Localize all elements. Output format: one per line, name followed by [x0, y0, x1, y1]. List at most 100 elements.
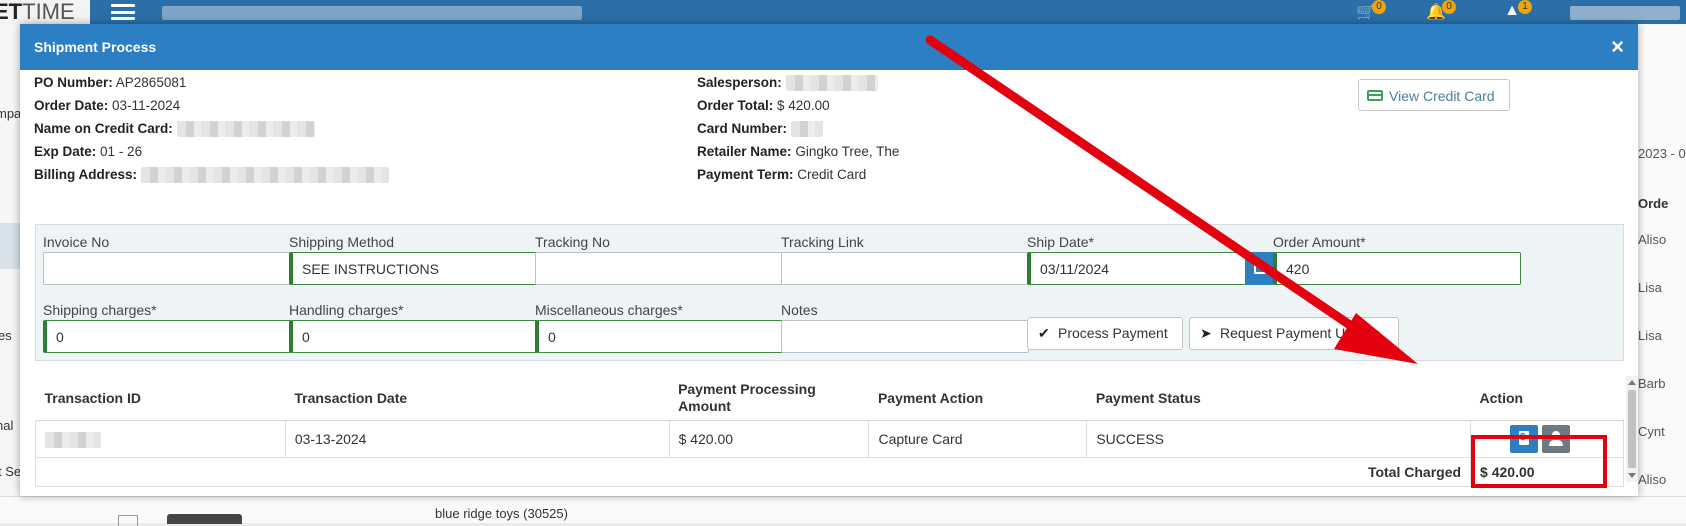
row-dark-button[interactable]	[167, 514, 242, 524]
tracking-link-field: Tracking Link	[781, 234, 1029, 285]
user-payment-icon[interactable]	[1542, 425, 1571, 453]
shipment-form: Invoice No Shipping Method Tracking No T…	[35, 224, 1624, 361]
payment-term: Payment Term: Credit Card	[697, 167, 867, 182]
col-transaction-date[interactable]: Transaction Date	[285, 376, 670, 421]
notes-input[interactable]	[781, 320, 1029, 353]
shipping-method-label: Shipping Method	[289, 234, 395, 250]
tracking-no-input[interactable]	[535, 252, 783, 285]
view-credit-card-label: View Credit Card	[1389, 88, 1495, 104]
close-icon[interactable]: ×	[1611, 33, 1624, 61]
bell-icon[interactable]: 🔔 0	[1424, 0, 1456, 22]
bg-text: Aliso	[1638, 472, 1667, 487]
notes-label: Notes	[781, 302, 818, 318]
sidebar-text: mpa	[0, 106, 22, 121]
sidebar-text: t Se	[0, 464, 22, 479]
modal-header: Shipment Process ×	[20, 24, 1638, 70]
shipment-process-modal: Shipment Process × PO Number: AP2865081 …	[20, 24, 1638, 496]
send-icon: ➤	[1200, 325, 1212, 341]
bg-text: 2023 - 0	[1638, 146, 1686, 161]
total-charged-label: Total Charged	[34, 457, 1472, 487]
cart-icon[interactable]: 🛒 0	[1354, 0, 1386, 22]
invoice-no-label: Invoice No	[43, 234, 110, 250]
scroll-thumb[interactable]	[1628, 390, 1636, 468]
background-sidebar: mpa es nal t Se	[0, 24, 22, 522]
scroll-up-icon[interactable]	[1628, 380, 1636, 385]
order-amount-label: Order Amount*	[1273, 234, 1366, 250]
request-payment-update-button[interactable]: ➤ Request Payment Update	[1189, 317, 1399, 350]
shipping-charges-input[interactable]	[43, 320, 291, 353]
col-action: Action	[1470, 376, 1624, 421]
hamburger-menu-icon[interactable]	[111, 4, 135, 20]
shipping-method-field: Shipping Method	[289, 234, 537, 285]
request-payment-update-label: Request Payment Update	[1220, 325, 1381, 341]
card-number: Card Number:	[697, 121, 823, 138]
transactions-table: Transaction ID Transaction Date Payment …	[34, 376, 1624, 487]
notes-field: Notes	[781, 302, 1029, 353]
service-badge: 1	[1518, 0, 1532, 14]
po-number: PO Number: AP2865081	[34, 75, 187, 90]
shipping-method-input[interactable]	[289, 252, 537, 285]
handling-charges-input[interactable]	[289, 320, 537, 353]
cell-actions	[1470, 420, 1624, 458]
cell-transaction-date: 03-13-2024	[285, 420, 670, 458]
ship-date-input[interactable]	[1027, 252, 1275, 285]
tracking-no-label: Tracking No	[535, 234, 610, 250]
row-checkbox[interactable]	[118, 515, 138, 526]
cell-payment-status: SUCCESS	[1086, 420, 1472, 458]
modal-title: Shipment Process	[34, 39, 157, 55]
table-scrollbar[interactable]	[1626, 376, 1638, 482]
shipping-charges-field: Shipping charges*	[43, 302, 291, 353]
redacted-value	[785, 75, 878, 92]
bg-text: Aliso	[1638, 232, 1667, 247]
misc-charges-input[interactable]	[535, 320, 783, 353]
bg-text: Barb	[1638, 376, 1666, 391]
sidebar-text: nal	[0, 418, 14, 433]
background-table-row: blue ridge toys (30525)	[0, 496, 1686, 526]
shipping-charges-label: Shipping charges*	[43, 302, 157, 318]
misc-charges-label: Miscellaneous charges*	[535, 302, 683, 318]
bell-badge: 0	[1442, 0, 1456, 14]
col-processing-amount[interactable]: Payment Processing Amount	[669, 376, 869, 421]
cart-badge: 0	[1372, 0, 1386, 14]
cell-payment-action: Capture Card	[868, 420, 1088, 458]
service-bell-icon[interactable]: ▲ 1	[1500, 0, 1532, 22]
redacted-value	[790, 121, 823, 138]
bg-text: Lisa	[1638, 328, 1662, 343]
view-credit-card-button[interactable]: View Credit Card	[1358, 79, 1510, 111]
exp-date: Exp Date: 01 - 26	[34, 144, 143, 159]
invoice-no-field: Invoice No	[43, 234, 291, 285]
app-logo[interactable]: ETTIME	[0, 0, 90, 24]
billing-address: Billing Address:	[34, 167, 389, 184]
redacted-header-text	[162, 6, 582, 20]
col-payment-action[interactable]: Payment Action	[868, 376, 1087, 421]
bg-text: Orde	[1638, 196, 1669, 211]
tracking-link-input[interactable]	[781, 252, 1029, 285]
check-icon: ✔	[1038, 325, 1050, 341]
sidebar-selected-item	[0, 223, 20, 269]
col-payment-status[interactable]: Payment Status	[1086, 376, 1471, 421]
redacted-value	[45, 431, 101, 448]
total-charged-value: $ 420.00	[1470, 457, 1624, 487]
redacted-value	[176, 121, 315, 138]
invoice-no-input[interactable]	[43, 252, 291, 285]
col-transaction-id[interactable]: Transaction ID	[35, 376, 286, 421]
salesperson: Salesperson:	[697, 75, 878, 92]
table-row: 03-13-2024 $ 420.00 Capture Card SUCCESS	[35, 420, 1624, 458]
scroll-down-icon[interactable]	[1628, 473, 1636, 478]
background-table-edge: 2023 - 0 Orde Aliso Lisa Lisa Barb Cynt …	[1638, 24, 1686, 522]
process-payment-button[interactable]: ✔ Process Payment	[1027, 317, 1183, 350]
top-navbar: ETTIME 🛒 0 🔔 0 ▲ 1	[0, 0, 1686, 24]
handling-charges-label: Handling charges*	[289, 302, 404, 318]
bg-text: Lisa	[1638, 280, 1662, 295]
row-retailer-text: blue ridge toys (30525)	[435, 506, 568, 521]
order-amount-field: Order Amount*	[1273, 234, 1521, 285]
name-on-credit-card: Name on Credit Card:	[34, 121, 315, 138]
order-date: Order Date: 03-11-2024	[34, 98, 181, 113]
process-payment-label: Process Payment	[1058, 325, 1168, 341]
order-amount-input[interactable]	[1273, 252, 1521, 285]
invoice-document-icon[interactable]	[1510, 425, 1539, 453]
calendar-button[interactable]	[1245, 252, 1275, 285]
credit-card-icon	[1367, 90, 1383, 101]
calendar-icon	[1254, 263, 1266, 274]
bg-text: Cynt	[1638, 424, 1665, 439]
